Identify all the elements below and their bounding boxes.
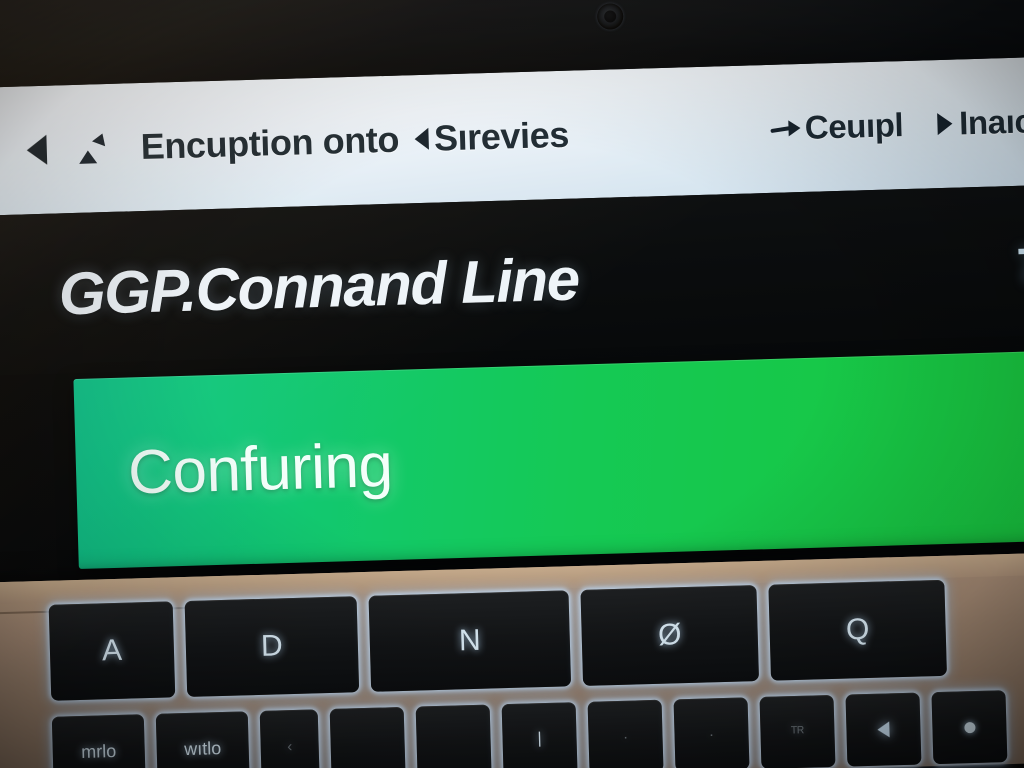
key-label: wıtlo — [183, 737, 222, 759]
key-oslash[interactable]: Ø — [580, 585, 760, 686]
key-blank-1[interactable] — [329, 706, 406, 768]
laptop-lid: Encuption onto Sırevies Ceuıpl Inaıc GGP… — [0, 0, 1024, 604]
keyboard-row-bottom: mrlo wıtlo ‹ | · · ᵀᴿ — [51, 690, 1008, 768]
banner-area: Confuring — [0, 344, 1024, 588]
page-title: GGP.Connand Line — [57, 244, 580, 327]
key-dot-faint[interactable]: · — [587, 699, 664, 768]
key-triangle-left[interactable] — [845, 692, 922, 767]
key-label: · — [708, 725, 715, 743]
key-label: · — [622, 728, 629, 746]
toolbar-right-group: Ceuıpl Inaıc — [770, 102, 1024, 148]
back-chevron-icon[interactable] — [26, 134, 48, 166]
status-badge: 7 — [1016, 238, 1024, 293]
dot-key-icon — [963, 721, 976, 733]
webcam-icon — [596, 3, 624, 30]
key-label: N — [458, 623, 482, 658]
status-banner[interactable]: Confuring — [73, 350, 1024, 569]
key-a[interactable]: A — [48, 601, 176, 701]
app-title-bar: GGP.Connand Line 7 — [0, 184, 1024, 376]
laptop-base: A D N Ø Q mrlo wıtlo ‹ | · · ᵀᴿ — [0, 552, 1024, 768]
key-witlo[interactable]: wıtlo — [155, 711, 250, 768]
key-label: A — [101, 633, 123, 668]
toolbar-action-inaic[interactable]: Inaıc — [936, 102, 1024, 143]
toolbar-action-label-1: Ceuıpl — [804, 106, 904, 146]
key-angle-left[interactable]: ‹ — [259, 709, 320, 768]
key-label: mrlo — [80, 740, 117, 762]
key-tr[interactable]: ᵀᴿ — [759, 694, 836, 768]
keyboard: A D N Ø Q mrlo wıtlo ‹ | · · ᵀᴿ — [48, 577, 1024, 768]
key-label: Ø — [657, 618, 682, 652]
webcam-lens-dot — [604, 10, 617, 23]
key-blank-2[interactable] — [415, 704, 492, 768]
triangle-left-key-icon — [877, 721, 890, 738]
toolbar-title: Encuption onto — [140, 118, 400, 168]
key-q[interactable]: Q — [768, 579, 947, 681]
status-banner-label: Confuring — [127, 430, 394, 508]
toolbar-action-label-2: Inaıc — [958, 102, 1024, 142]
arrow-curve-right-icon — [771, 117, 802, 140]
key-label: ᵀᴿ — [790, 723, 805, 741]
key-label: Q — [845, 612, 870, 647]
toolbar-subtitle: Sırevies — [433, 113, 570, 159]
key-label: | — [537, 730, 542, 748]
key-n[interactable]: N — [368, 590, 572, 692]
key-label: ‹ — [286, 737, 293, 755]
key-dot[interactable] — [931, 690, 1008, 765]
key-label: D — [260, 629, 284, 663]
screen-content: Encuption onto Sırevies Ceuıpl Inaıc GGP… — [0, 56, 1024, 588]
sparkle-icon — [76, 131, 111, 164]
key-d[interactable]: D — [184, 596, 360, 697]
key-bar[interactable]: | — [501, 702, 578, 768]
key-mrlo[interactable]: mrlo — [51, 714, 146, 768]
key-dot-faint-2[interactable]: · — [673, 697, 750, 768]
toolbar-action-ceuipl[interactable]: Ceuıpl — [770, 106, 903, 148]
triangle-right-icon — [936, 112, 953, 136]
toolbar-left-group: Encuption onto Sırevies — [26, 114, 569, 172]
triangle-left-icon — [414, 127, 430, 151]
